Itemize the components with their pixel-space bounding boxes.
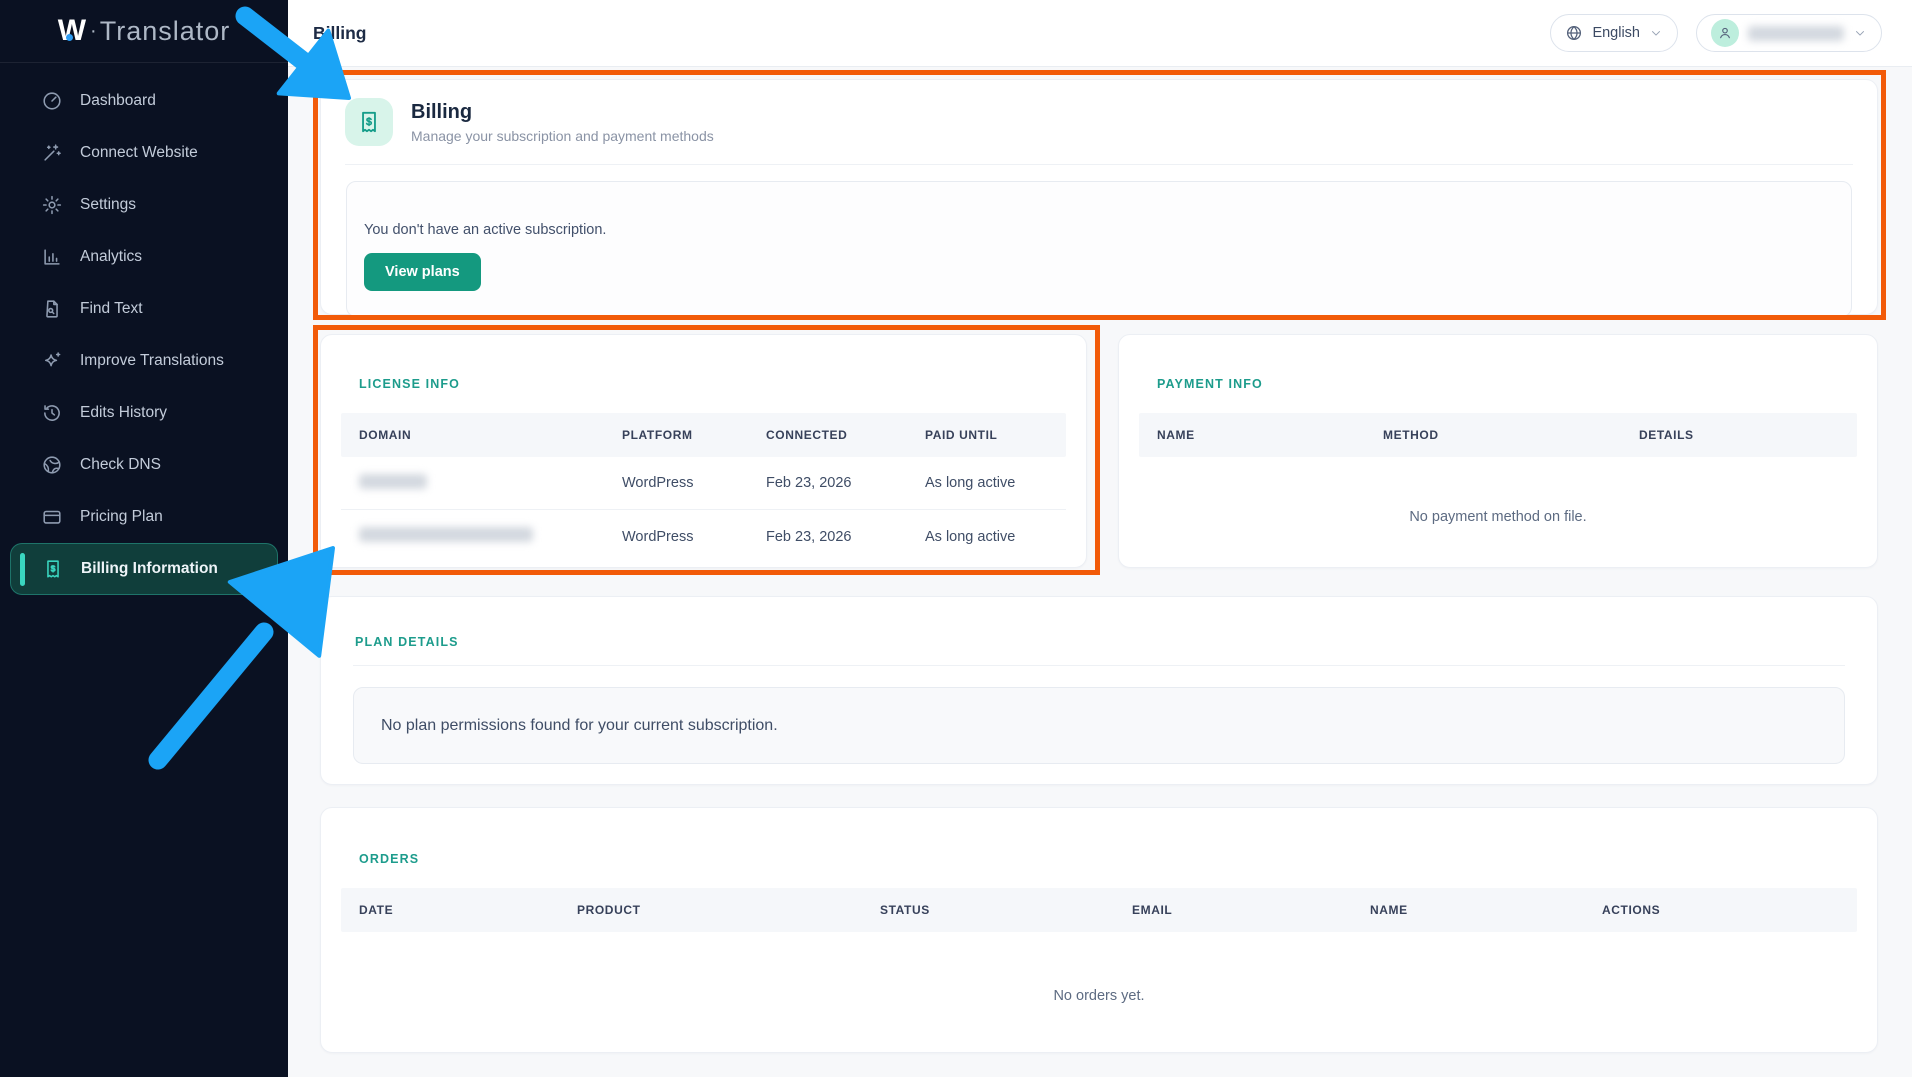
- col-status: STATUS: [880, 903, 930, 917]
- sidebar-item-label: Dashboard: [80, 92, 156, 109]
- main-area: Billing English $ Billing Manage your su…: [288, 0, 1912, 1077]
- sidebar-item-dashboard[interactable]: Dashboard: [0, 75, 288, 127]
- svg-text:$: $: [51, 564, 56, 574]
- payment-info-card: PAYMENT INFO NAME METHOD DETAILS No paym…: [1118, 334, 1878, 568]
- sidebar-item-label: Analytics: [80, 248, 143, 265]
- license-info-heading: LICENSE INFO: [359, 377, 461, 391]
- credit-card-icon: [41, 506, 63, 528]
- sidebar-item-find-text[interactable]: Find Text: [0, 283, 288, 335]
- col-connected: CONNECTED: [766, 428, 848, 442]
- sidebar-item-label: Pricing Plan: [80, 508, 163, 525]
- plan-details-card: PLAN DETAILS No plan permissions found f…: [320, 596, 1878, 785]
- sidebar-item-connect-website[interactable]: Connect Website: [0, 127, 288, 179]
- license-table-header: DOMAIN PLATFORM CONNECTED PAID UNTIL: [341, 413, 1066, 457]
- svg-text:$: $: [366, 117, 372, 128]
- history-clock-icon: [41, 402, 63, 424]
- bar-chart-icon: [41, 246, 63, 268]
- language-label: English: [1592, 25, 1640, 41]
- app-logo: W · Translator: [0, 0, 288, 63]
- sidebar-item-label: Find Text: [80, 300, 143, 317]
- receipt-icon: $: [42, 558, 64, 580]
- sidebar-item-label: Edits History: [80, 404, 167, 421]
- sidebar-item-pricing-plan[interactable]: Pricing Plan: [0, 491, 288, 543]
- globe-icon: [41, 454, 63, 476]
- chevron-down-icon: [1649, 26, 1663, 40]
- col-method: METHOD: [1383, 428, 1439, 442]
- domain-redacted: [359, 473, 427, 489]
- sidebar-item-label: Settings: [80, 196, 137, 213]
- sidebar-item-analytics[interactable]: Analytics: [0, 231, 288, 283]
- dashboard-icon: [41, 90, 63, 112]
- table-row: WordPress Feb 23, 2026 As long active: [341, 510, 1066, 563]
- logo-text: Translator: [99, 15, 231, 46]
- gear-icon: [41, 194, 63, 216]
- sidebar-item-settings[interactable]: Settings: [0, 179, 288, 231]
- globe-icon: [1565, 24, 1583, 42]
- orders-empty-message: No orders yet.: [1053, 988, 1145, 1004]
- col-product: PRODUCT: [577, 903, 641, 917]
- sidebar-item-label: Billing Information: [81, 560, 218, 577]
- payment-info-heading: PAYMENT INFO: [1157, 377, 1263, 391]
- sidebar-item-check-dns[interactable]: Check DNS: [0, 439, 288, 491]
- billing-header-card: $ Billing Manage your subscription and p…: [320, 79, 1878, 317]
- payment-table-header: NAME METHOD DETAILS: [1139, 413, 1857, 457]
- sidebar: W · Translator Dashboard Connect Website S…: [0, 0, 288, 1077]
- col-date: DATE: [359, 903, 394, 917]
- col-email: EMAIL: [1132, 903, 1173, 917]
- receipt-icon: $: [345, 98, 393, 146]
- person-icon: [1717, 25, 1733, 41]
- sidebar-item-billing-information[interactable]: $ Billing Information: [10, 543, 278, 595]
- content-area: $ Billing Manage your subscription and p…: [288, 67, 1912, 1053]
- language-selector[interactable]: English: [1550, 14, 1678, 52]
- page-title: Billing: [313, 22, 367, 43]
- col-platform: PLATFORM: [622, 428, 693, 442]
- col-paid-until: PAID UNTIL: [925, 428, 998, 442]
- billing-subtitle: Manage your subscription and payment met…: [411, 127, 714, 144]
- billing-title: Billing: [411, 100, 473, 123]
- subscription-message: You don't have an active subscription.: [364, 222, 607, 238]
- sidebar-item-label: Improve Translations: [80, 352, 224, 369]
- col-details: DETAILS: [1639, 428, 1694, 442]
- top-bar: Billing English: [288, 0, 1912, 67]
- payment-empty-message: No payment method on file.: [1409, 509, 1587, 525]
- view-plans-button[interactable]: View plans: [364, 253, 481, 291]
- sidebar-item-label: Check DNS: [80, 456, 161, 473]
- col-actions: ACTIONS: [1602, 903, 1661, 917]
- col-domain: DOMAIN: [359, 428, 412, 442]
- orders-heading: ORDERS: [359, 852, 420, 866]
- logo-blue-dot: [65, 34, 73, 41]
- sidebar-item-improve-translations[interactable]: Improve Translations: [0, 335, 288, 387]
- license-info-card: LICENSE INFO DOMAIN PLATFORM CONNECTED P…: [320, 334, 1087, 568]
- magic-wand-icon: [41, 142, 63, 164]
- logo-w-mark: W: [57, 14, 86, 47]
- sidebar-item-label: Connect Website: [80, 144, 198, 161]
- col-name: NAME: [1157, 428, 1195, 442]
- user-name-redacted: [1748, 25, 1844, 41]
- plan-empty-message: No plan permissions found for your curre…: [381, 716, 778, 734]
- sparkle-icon: [41, 350, 63, 372]
- orders-card: ORDERS DATE PRODUCT STATUS EMAIL NAME AC…: [320, 807, 1878, 1053]
- chevron-down-icon: [1853, 26, 1867, 40]
- plan-details-heading: PLAN DETAILS: [353, 617, 1845, 666]
- col-name: NAME: [1370, 903, 1408, 917]
- sidebar-nav: Dashboard Connect Website Settings Analy…: [0, 63, 288, 595]
- orders-table-header: DATE PRODUCT STATUS EMAIL NAME ACTIONS: [341, 888, 1857, 932]
- avatar: [1711, 19, 1739, 47]
- user-menu[interactable]: [1696, 14, 1882, 52]
- subscription-status-box: You don't have an active subscription. V…: [346, 181, 1852, 317]
- document-search-icon: [41, 298, 63, 320]
- sidebar-item-edits-history[interactable]: Edits History: [0, 387, 288, 439]
- table-row: WordPress Feb 23, 2026 As long active: [341, 457, 1066, 510]
- plan-empty-box: No plan permissions found for your curre…: [353, 687, 1845, 764]
- domain-redacted: [359, 527, 533, 542]
